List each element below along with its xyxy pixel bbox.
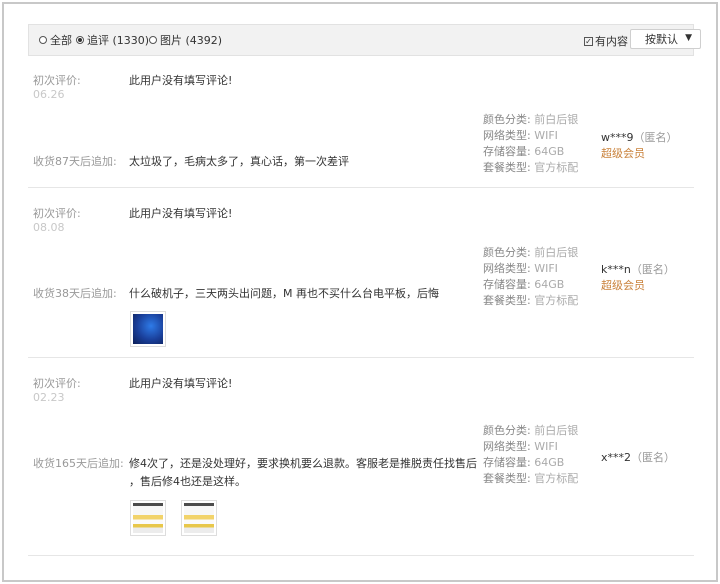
- chevron-down-icon: ▼: [685, 33, 692, 43]
- reviewer-info: w***9（匿名） 超级会员: [601, 130, 678, 162]
- spec-row: 存储容量: 64GB: [483, 145, 565, 158]
- spec-row: 套餐类型: 官方标配: [483, 472, 579, 485]
- initial-review-text: 此用户没有填写评论!: [129, 377, 233, 390]
- member-level: 超级会员: [601, 279, 645, 292]
- review-photo-thumbnail[interactable]: [181, 500, 217, 536]
- initial-review-date: 06.26: [33, 88, 65, 101]
- anonymous-tag: （匿名）: [631, 451, 676, 464]
- followup-label: 收货87天后追加:: [33, 155, 117, 168]
- filter-followup-label: 追评 (1330): [87, 34, 150, 47]
- initial-review-label: 初次评价:: [33, 377, 81, 390]
- initial-review-label: 初次评价:: [33, 74, 81, 87]
- radio-checked-icon: [76, 36, 84, 44]
- review-panel: 全部 追评 (1330) 图片 (4392) ✓ 有内容 按默认 ▼ 初次评价:…: [2, 2, 718, 582]
- review-item: 初次评价: 02.23 此用户没有填写评论! 颜色分类: 前白后银 网络类型: …: [28, 370, 694, 556]
- has-content-label: 有内容: [595, 35, 628, 48]
- filter-images-radio[interactable]: 图片 (4392): [149, 33, 222, 47]
- has-content-checkbox[interactable]: ✓ 有内容: [584, 33, 628, 49]
- reviewer-name: k***n: [601, 263, 631, 276]
- followup-text: 什么破机子，三天两头出问题，M 再也不买什么台电平板，后悔: [129, 287, 439, 300]
- spec-row: 套餐类型: 官方标配: [483, 294, 579, 307]
- reviewer-info: x***2（匿名）: [601, 450, 675, 466]
- anonymous-tag: （匿名）: [630, 263, 675, 276]
- spec-row: 网络类型: WIFI: [483, 262, 558, 275]
- followup-label: 收货38天后追加:: [33, 287, 117, 300]
- spec-row: 颜色分类: 前白后银: [483, 424, 579, 437]
- initial-review-text: 此用户没有填写评论!: [129, 74, 233, 87]
- spec-row: 存储容量: 64GB: [483, 278, 565, 291]
- reviewer-name: w***9: [601, 131, 634, 144]
- spec-row: 网络类型: WIFI: [483, 129, 558, 142]
- radio-unchecked-icon: [149, 36, 157, 44]
- sku-specs: 颜色分类: 前白后银 网络类型: WIFI 存储容量: 64GB 套餐类型: 官…: [483, 245, 578, 309]
- sort-dropdown[interactable]: 按默认 ▼: [630, 29, 701, 49]
- filter-images-label: 图片 (4392): [160, 34, 223, 47]
- sku-specs: 颜色分类: 前白后银 网络类型: WIFI 存储容量: 64GB 套餐类型: 官…: [483, 112, 578, 176]
- review-item: 初次评价: 08.08 此用户没有填写评论! 颜色分类: 前白后银 网络类型: …: [28, 200, 694, 358]
- member-level: 超级会员: [601, 147, 645, 160]
- filter-all-label: 全部: [50, 34, 72, 47]
- spec-row: 颜色分类: 前白后银: [483, 113, 579, 126]
- initial-review-label: 初次评价:: [33, 207, 81, 220]
- filter-followup-radio[interactable]: 追评 (1330): [76, 33, 149, 47]
- sort-dropdown-label: 按默认: [645, 33, 678, 46]
- filter-all-radio[interactable]: 全部: [39, 33, 72, 47]
- initial-review-date: 08.08: [33, 221, 65, 234]
- radio-unchecked-icon: [39, 36, 47, 44]
- checkbox-checked-icon: ✓: [584, 36, 593, 46]
- spec-row: 存储容量: 64GB: [483, 456, 565, 469]
- spec-row: 套餐类型: 官方标配: [483, 161, 579, 174]
- review-photo-thumbnail[interactable]: [130, 311, 166, 347]
- spec-row: 颜色分类: 前白后银: [483, 246, 579, 259]
- initial-review-text: 此用户没有填写评论!: [129, 207, 233, 220]
- review-photo-thumbnail[interactable]: [130, 500, 166, 536]
- followup-text: 修4次了，还是没处理好，要求换机要么退款。客服老是推脱责任找售后: [129, 457, 477, 470]
- followup-text: 太垃圾了，毛病太多了，真心话，第一次差评: [129, 155, 349, 168]
- reviewer-info: k***n（匿名） 超级会员: [601, 262, 675, 294]
- sku-specs: 颜色分类: 前白后银 网络类型: WIFI 存储容量: 64GB 套餐类型: 官…: [483, 423, 578, 487]
- followup-text-continued: ，售后修4也还是这样。: [129, 475, 246, 488]
- followup-label: 收货165天后追加:: [33, 457, 124, 470]
- spec-row: 网络类型: WIFI: [483, 440, 558, 453]
- initial-review-date: 02.23: [33, 391, 65, 404]
- anonymous-tag: （匿名）: [633, 131, 678, 144]
- review-item: 初次评价: 06.26 此用户没有填写评论! 颜色分类: 前白后银 网络类型: …: [28, 66, 694, 188]
- filter-bar: 全部 追评 (1330) 图片 (4392) ✓ 有内容 按默认 ▼: [28, 24, 701, 56]
- reviewer-name: x***2: [601, 451, 632, 464]
